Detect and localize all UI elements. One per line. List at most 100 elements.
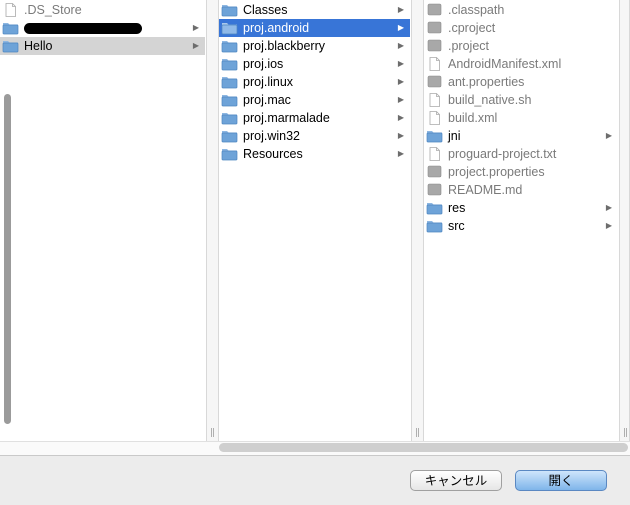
document-icon (2, 3, 19, 17)
disclosure-arrow-icon: ▶ (397, 131, 404, 140)
item-label: .cproject (448, 21, 496, 35)
cancel-button[interactable]: キャンセル (410, 470, 502, 491)
item-label: Resources (243, 147, 303, 161)
folder-icon (221, 93, 238, 107)
folder-row[interactable]: Classes ▶ (219, 1, 410, 19)
document-icon (426, 147, 443, 161)
vertical-scrollbar[interactable] (4, 94, 11, 424)
column-resize-handle[interactable]: || (206, 0, 219, 441)
column-resize-handle[interactable]: || (619, 0, 630, 441)
file-row[interactable]: .DS_Store (0, 1, 205, 19)
item-label: proguard-project.txt (448, 147, 557, 161)
item-label: jni (448, 129, 461, 143)
column-hello[interactable]: Classes ▶ proj.android ▶ proj.blackberry ▶ pro… (219, 0, 410, 441)
folder-icon (221, 57, 238, 71)
generic-file-icon (426, 183, 443, 197)
column-resize-grip-icon: || (623, 428, 628, 438)
generic-file-icon (426, 21, 443, 35)
folder-row[interactable]: Hello ▶ (0, 37, 205, 55)
folder-icon (221, 75, 238, 89)
document-icon (426, 93, 443, 107)
folder-row[interactable]: proj.blackberry ▶ (219, 37, 410, 55)
folder-row[interactable]: proj.android ▶ (219, 19, 410, 37)
disclosure-arrow-icon: ▶ (397, 5, 404, 14)
generic-file-icon (426, 75, 443, 89)
item-label: proj.ios (243, 57, 284, 71)
item-label: res (448, 201, 466, 215)
folder-row[interactable]: res ▶ (424, 199, 618, 217)
column-root[interactable]: .DS_Store ▶ Hello ▶ (0, 0, 205, 441)
generic-file-icon (426, 39, 443, 53)
column-resize-handle[interactable]: || (411, 0, 424, 441)
redacted-name (24, 23, 142, 34)
item-label: proj.linux (243, 75, 294, 89)
item-label: proj.win32 (243, 129, 300, 143)
disclosure-arrow-icon: ▶ (397, 59, 404, 68)
item-label: proj.blackberry (243, 39, 325, 53)
folder-icon (221, 21, 238, 35)
disclosure-arrow-icon: ▶ (397, 77, 404, 86)
item-label: .classpath (448, 3, 505, 17)
file-row[interactable]: ant.properties (424, 73, 618, 91)
disclosure-arrow-icon: ▶ (605, 131, 612, 140)
item-label: build_native.sh (448, 93, 532, 107)
folder-icon (221, 39, 238, 53)
folder-icon (221, 111, 238, 125)
disclosure-arrow-icon: ▶ (605, 203, 612, 212)
item-label: AndroidManifest.xml (448, 57, 562, 71)
folder-row[interactable]: proj.linux ▶ (219, 73, 410, 91)
item-label: src (448, 219, 465, 233)
file-row[interactable]: build.xml (424, 109, 618, 127)
open-button[interactable]: 開く (515, 470, 607, 491)
column-proj-android[interactable]: .classpath .cproject .project AndroidManife… (424, 0, 618, 441)
file-row[interactable]: README.md (424, 181, 618, 199)
file-row[interactable]: project.properties (424, 163, 618, 181)
folder-row[interactable]: Resources ▶ (219, 145, 410, 163)
disclosure-arrow-icon: ▶ (192, 23, 199, 32)
folder-icon (426, 129, 443, 143)
disclosure-arrow-icon: ▶ (605, 221, 612, 230)
folder-row[interactable]: src ▶ (424, 217, 618, 235)
folder-row[interactable]: proj.marmalade ▶ (219, 109, 410, 127)
item-label: build.xml (448, 111, 498, 125)
item-label: ant.properties (448, 75, 525, 89)
item-label: README.md (448, 183, 523, 197)
file-row[interactable]: .cproject (424, 19, 618, 37)
item-label: project.properties (448, 165, 545, 179)
folder-icon (426, 219, 443, 233)
disclosure-arrow-icon: ▶ (397, 113, 404, 122)
folder-row[interactable]: proj.ios ▶ (219, 55, 410, 73)
disclosure-arrow-icon: ▶ (397, 149, 404, 158)
folder-icon (221, 129, 238, 143)
column-resize-grip-icon: || (210, 428, 215, 438)
folder-row[interactable]: proj.mac ▶ (219, 91, 410, 109)
item-label: proj.mac (243, 93, 291, 107)
document-icon (426, 57, 443, 71)
item-label: .project (448, 39, 489, 53)
item-label: Hello (24, 39, 53, 53)
folder-icon (426, 201, 443, 215)
document-icon (426, 111, 443, 125)
disclosure-arrow-icon: ▶ (397, 41, 404, 50)
file-row[interactable]: .classpath (424, 1, 618, 19)
item-label: proj.marmalade (243, 111, 330, 125)
file-row[interactable]: build_native.sh (424, 91, 618, 109)
folder-icon (221, 3, 238, 17)
file-row[interactable]: AndroidManifest.xml (424, 55, 618, 73)
folder-row[interactable]: ▶ (0, 19, 205, 37)
disclosure-arrow-icon: ▶ (397, 23, 404, 32)
item-label: Classes (243, 3, 288, 17)
generic-file-icon (426, 3, 443, 17)
folder-icon (2, 39, 19, 53)
folder-icon (2, 21, 19, 35)
folder-row[interactable]: proj.win32 ▶ (219, 127, 410, 145)
disclosure-arrow-icon: ▶ (397, 95, 404, 104)
item-label: proj.android (243, 21, 310, 35)
file-row[interactable]: .project (424, 37, 618, 55)
horizontal-scrollbar[interactable] (219, 443, 628, 452)
column-resize-grip-icon: || (415, 428, 420, 438)
folder-icon (221, 147, 238, 161)
generic-file-icon (426, 165, 443, 179)
file-row[interactable]: proguard-project.txt (424, 145, 618, 163)
folder-row[interactable]: jni ▶ (424, 127, 618, 145)
